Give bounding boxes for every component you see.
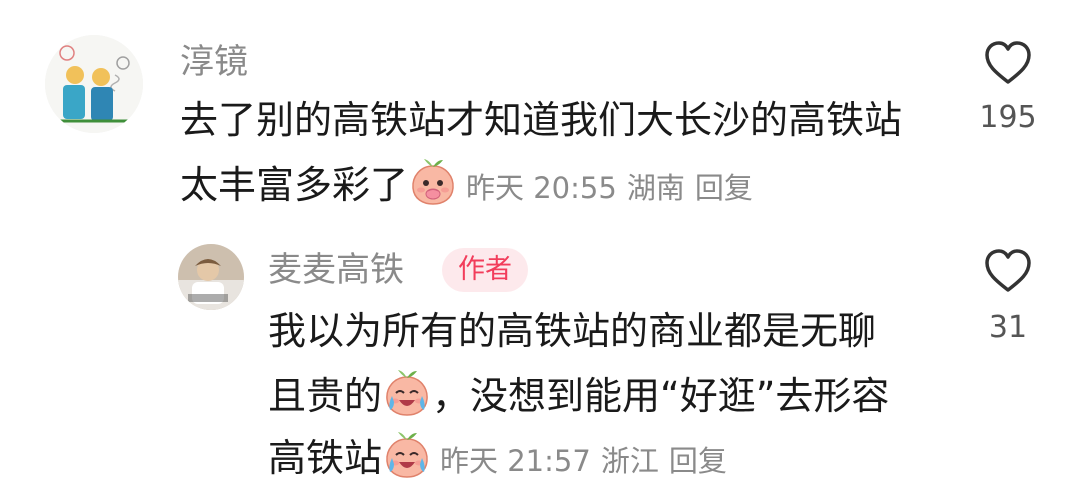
comment-meta: 昨天 21:57 浙江 回复 bbox=[440, 444, 737, 478]
like-button[interactable] bbox=[978, 40, 1038, 90]
comment-text: 且贵的 bbox=[268, 374, 383, 418]
username[interactable]: 淳镜 bbox=[180, 42, 248, 82]
peach-crying-laughing-emoji bbox=[382, 368, 432, 418]
comment-time: 昨天 20:55 bbox=[466, 171, 617, 205]
like-count: 31 bbox=[988, 310, 1028, 345]
comment-meta: 昨天 20:55 湖南 回复 bbox=[466, 171, 763, 205]
comment-text-line: 高铁站 昨天 21:57 浙江 回复 bbox=[268, 430, 737, 486]
comment-item: 淳镜 去了别的高铁站才知道我们大长沙的高铁站 太丰富多彩了 昨天 20:55 湖南… bbox=[0, 0, 1080, 230]
avatar-drawing-icon bbox=[45, 35, 143, 133]
author-badge: 作者 bbox=[442, 248, 528, 292]
comment-item: 麦麦高铁 作者 我以为所有的高铁站的商业都是无聊 且贵的 ，没想到能用“好逛”去… bbox=[0, 230, 1080, 495]
like-button[interactable] bbox=[978, 248, 1038, 298]
comment-text-line: 去了别的高铁站才知道我们大长沙的高铁站 bbox=[180, 98, 903, 142]
peach-crying-laughing-emoji bbox=[382, 430, 432, 480]
comment-text: 太丰富多彩了 bbox=[180, 163, 409, 207]
peach-covering-mouth-emoji bbox=[408, 157, 458, 207]
comment-time: 昨天 21:57 bbox=[440, 444, 591, 478]
avatar[interactable] bbox=[45, 35, 143, 133]
heart-outline-icon bbox=[985, 249, 1031, 292]
reply-button[interactable]: 回复 bbox=[669, 444, 727, 478]
reply-button[interactable]: 回复 bbox=[695, 171, 753, 205]
comment-text-line: 太丰富多彩了 昨天 20:55 湖南 回复 bbox=[180, 157, 763, 213]
comment-location: 湖南 bbox=[626, 171, 685, 205]
avatar-photo-icon bbox=[178, 244, 244, 310]
comment-text-line: 我以为所有的高铁站的商业都是无聊 bbox=[268, 309, 877, 353]
heart-outline-icon bbox=[985, 41, 1031, 84]
like-count: 195 bbox=[979, 100, 1037, 135]
avatar[interactable] bbox=[178, 244, 244, 310]
comment-text: 高铁站 bbox=[268, 436, 383, 480]
comment-text-line: 且贵的 ，没想到能用“好逛”去形容 bbox=[268, 368, 889, 421]
username[interactable]: 麦麦高铁 bbox=[268, 250, 404, 290]
comment-text: ，没想到能用“好逛”去形容 bbox=[432, 374, 890, 418]
comment-location: 浙江 bbox=[600, 444, 659, 478]
